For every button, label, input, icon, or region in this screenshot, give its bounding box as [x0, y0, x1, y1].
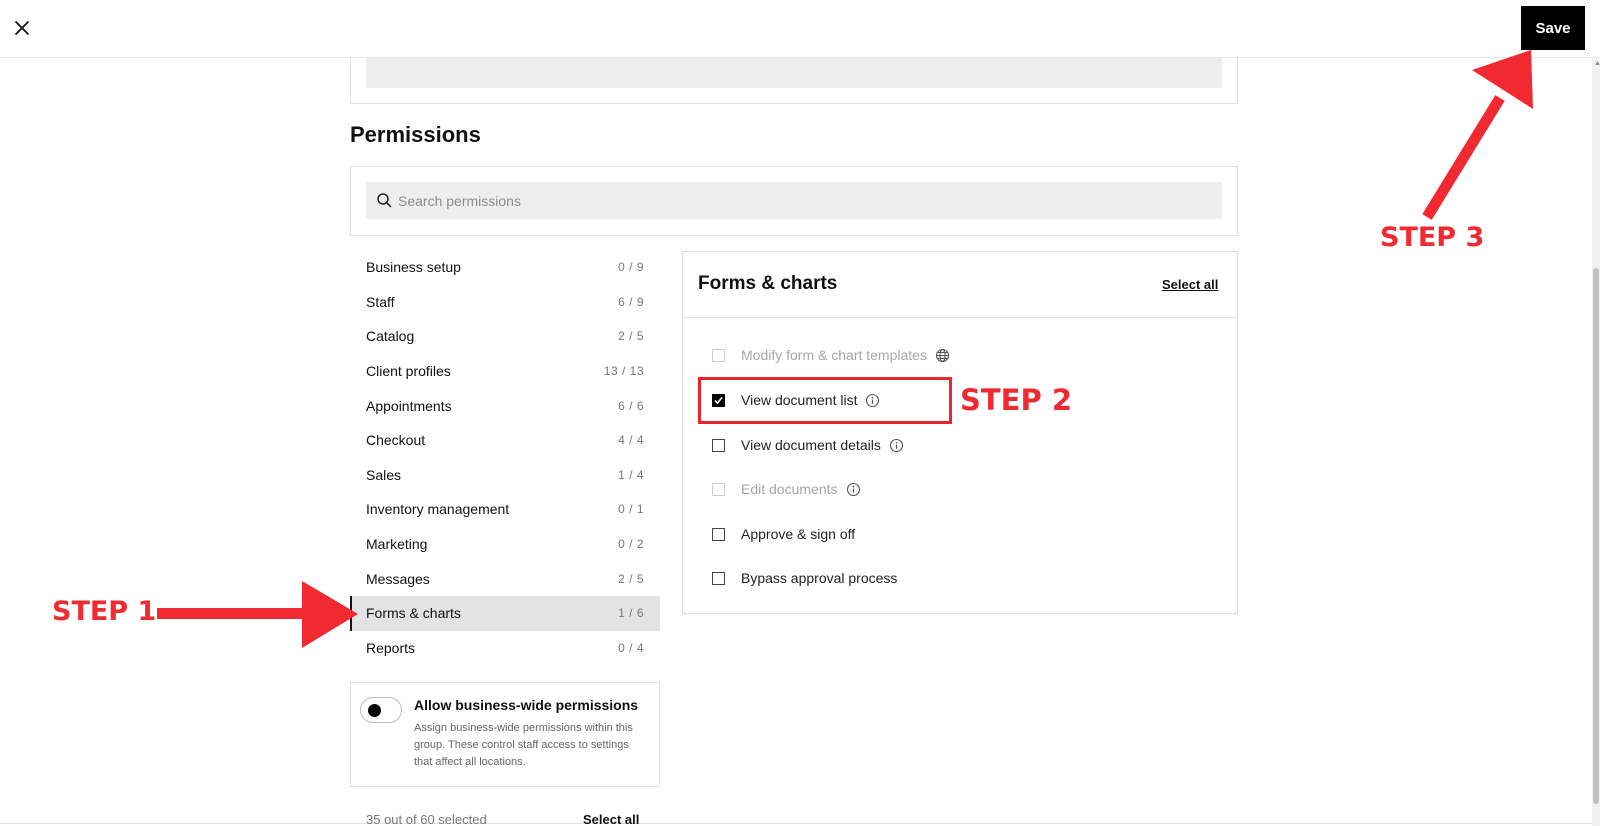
page-title: Permissions [350, 122, 481, 147]
category-count: 4 / 4 [618, 433, 644, 448]
checkbox[interactable] [712, 571, 725, 585]
category-label: Marketing [366, 536, 428, 553]
checkbox [712, 482, 725, 496]
step-3-arrow-icon [1422, 50, 1533, 220]
category-label: Reports [366, 639, 416, 656]
checkbox[interactable] [712, 527, 725, 541]
permission-label: Modify form & chart templates [741, 347, 927, 363]
step-2-label: STEP 2 [960, 383, 1073, 417]
close-icon [15, 21, 29, 35]
category-list: Business setup 0 / 9 Staff 6 / 9 Catalog… [350, 250, 660, 665]
panel-select-all-link[interactable]: Select all [1162, 277, 1218, 292]
business-wide-description: Assign business-wide permissions within … [414, 722, 633, 768]
category-label: Inventory management [366, 501, 510, 518]
category-item-checkout[interactable]: Checkout 4 / 4 [350, 423, 660, 458]
category-count: 2 / 5 [618, 329, 644, 344]
category-item-sales[interactable]: Sales 1 / 4 [350, 458, 660, 493]
category-item-reports[interactable]: Reports 0 / 4 [350, 631, 660, 666]
category-count: 1 / 6 [618, 606, 644, 621]
category-label: Sales [366, 466, 402, 483]
category-label: Business setup [366, 259, 461, 276]
business-wide-toggle[interactable] [360, 697, 402, 723]
category-item-business-setup[interactable]: Business setup 0 / 9 [350, 250, 660, 285]
search-input[interactable] [398, 190, 1198, 212]
category-label: Client profiles [366, 363, 451, 380]
info-icon[interactable] [889, 438, 904, 453]
category-label: Staff [366, 293, 395, 310]
step-3-label: STEP 3 [1380, 222, 1485, 253]
top-bar [0, 0, 1600, 58]
selected-count: 35 out of 60 selected [366, 812, 487, 826]
scroll-up-arrow-icon[interactable]: ▲ [1594, 60, 1600, 67]
category-label: Appointments [366, 397, 452, 414]
step-1-label: STEP 1 [52, 596, 157, 627]
category-count: 0 / 4 [618, 640, 644, 655]
permission-row-edit-documents: Edit documents [712, 478, 861, 500]
search-icon [377, 193, 392, 208]
category-count: 1 / 4 [618, 467, 644, 482]
divider [0, 823, 1592, 824]
globe-icon [935, 348, 950, 362]
step-1-arrow-icon [157, 581, 358, 648]
category-item-forms-charts[interactable]: Forms & charts 1 / 6 [350, 595, 660, 631]
permission-row-bypass-approval[interactable]: Bypass approval process [712, 567, 897, 589]
category-count: 2 / 5 [618, 571, 644, 586]
category-count: 13 / 13 [603, 364, 644, 379]
permission-row-view-document-details[interactable]: View document details [712, 434, 904, 456]
category-label: Messages [366, 570, 430, 587]
step-2-highlight-box [698, 377, 952, 424]
previous-section-field [366, 58, 1222, 88]
info-icon[interactable] [846, 482, 861, 497]
detail-panel-title: Forms & charts [698, 273, 838, 294]
category-count: 0 / 9 [618, 260, 644, 275]
category-item-messages[interactable]: Messages 2 / 5 [350, 561, 660, 596]
category-item-inventory-management[interactable]: Inventory management 0 / 1 [350, 492, 660, 527]
category-count: 0 / 1 [618, 502, 644, 517]
permission-label: Bypass approval process [741, 570, 898, 586]
scrollbar-thumb[interactable] [1593, 268, 1599, 804]
permission-row-approve-sign-off[interactable]: Approve & sign off [712, 523, 855, 545]
permission-label: View document details [741, 437, 881, 453]
category-label: Forms & charts [366, 605, 461, 622]
category-item-catalog[interactable]: Catalog 2 / 5 [350, 319, 660, 354]
toggle-knob [368, 704, 381, 717]
permission-label: Approve & sign off [741, 526, 856, 542]
checkbox [712, 348, 725, 362]
permission-row-modify-templates: Modify form & chart templates [712, 344, 950, 366]
category-label: Checkout [366, 432, 426, 449]
checkbox[interactable] [712, 438, 725, 452]
category-label: Catalog [366, 328, 415, 345]
business-wide-title: Allow business-wide permissions [414, 697, 639, 713]
permission-label: Edit documents [741, 481, 838, 497]
save-button[interactable]: Save [1521, 6, 1585, 50]
category-count: 6 / 6 [618, 398, 644, 413]
select-all-link[interactable]: Select all [583, 812, 639, 826]
category-count: 6 / 9 [618, 294, 644, 309]
category-item-client-profiles[interactable]: Client profiles 13 / 13 [350, 354, 660, 389]
category-item-staff[interactable]: Staff 6 / 9 [350, 285, 660, 320]
close-button[interactable] [10, 16, 34, 40]
category-item-marketing[interactable]: Marketing 0 / 2 [350, 527, 660, 562]
category-count: 0 / 2 [618, 537, 644, 552]
category-item-appointments[interactable]: Appointments 6 / 6 [350, 388, 660, 423]
